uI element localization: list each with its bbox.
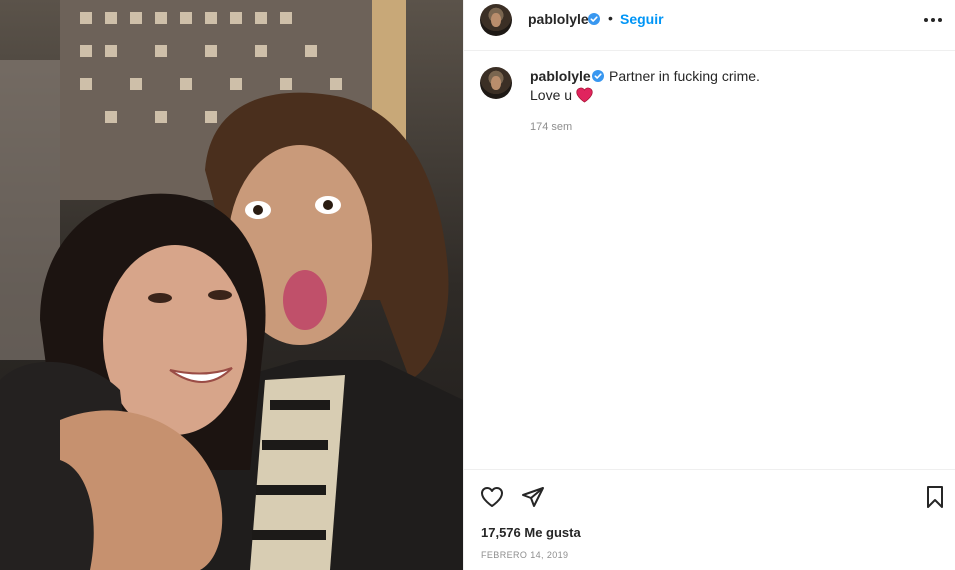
post-header: pablolyle • Seguir (464, 0, 955, 51)
avatar-face (491, 13, 501, 27)
post-actions: 17,576 Me gusta FEBRERO 14, 2019 (464, 469, 955, 570)
verified-badge-icon (588, 13, 600, 25)
caption-avatar-face (491, 76, 501, 90)
caption-text-line1: Partner in fucking crime. (609, 68, 760, 84)
likes-count[interactable]: 17,576 Me gusta (481, 525, 581, 540)
paper-plane-icon[interactable] (521, 485, 545, 509)
instagram-post: pablolyle • Seguir pablolyle Partner in … (0, 0, 955, 570)
caption-text-line2: Love u (530, 87, 573, 103)
heart-outline-icon[interactable] (480, 486, 504, 508)
photo-illustration (0, 0, 463, 570)
post-time-ago[interactable]: 174 sem (530, 121, 572, 133)
caption-verified-badge-icon (592, 70, 604, 82)
more-options-icon[interactable] (921, 10, 945, 30)
header-separator: • (608, 10, 613, 26)
avatar-icon[interactable] (480, 4, 512, 36)
red-heart-icon (576, 87, 593, 103)
caption-username[interactable]: pablolyle (530, 68, 591, 84)
follow-button[interactable]: Seguir (620, 11, 664, 27)
caption-avatar-icon[interactable] (480, 67, 512, 99)
post-photo[interactable] (0, 0, 463, 570)
post-side-panel: pablolyle • Seguir pablolyle Partner in … (463, 0, 955, 570)
bookmark-icon[interactable] (925, 485, 945, 509)
post-date: FEBRERO 14, 2019 (481, 550, 569, 560)
header-username[interactable]: pablolyle (528, 11, 589, 27)
